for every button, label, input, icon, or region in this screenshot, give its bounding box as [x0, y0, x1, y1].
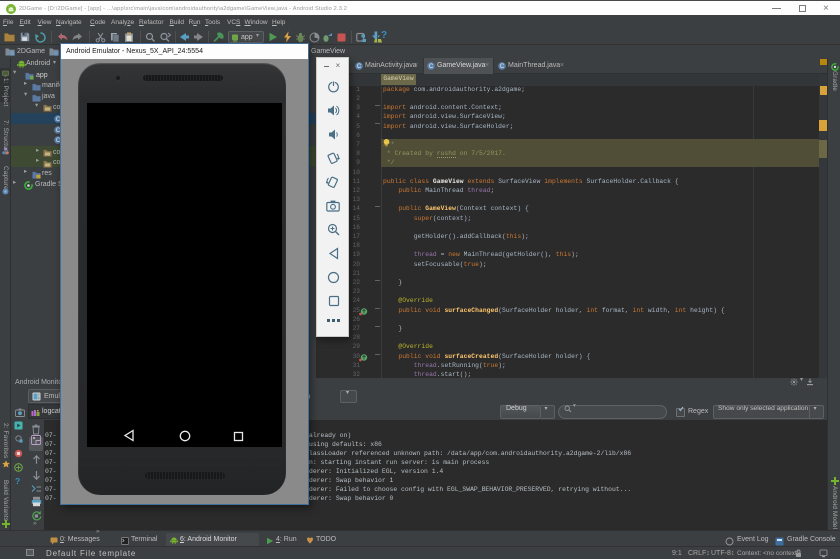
svg-text:C: C	[357, 64, 362, 70]
svg-text:C: C	[429, 64, 434, 70]
svg-text:C: C	[500, 64, 505, 70]
